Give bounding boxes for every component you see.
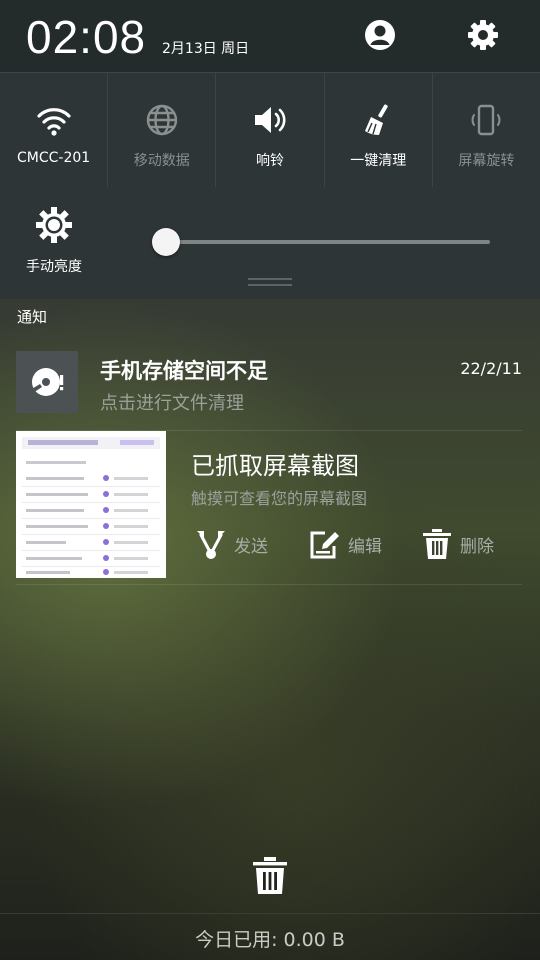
- brightness-slider-thumb[interactable]: [152, 228, 180, 256]
- broom-icon: [365, 104, 388, 135]
- send-label: 发送: [234, 536, 268, 557]
- clock: 02:08: [26, 11, 147, 63]
- data-usage-label: 今日已用: 0.00 B: [195, 929, 345, 951]
- brightness-label: 手动亮度: [26, 259, 82, 275]
- storage-notification-subtitle: 点击进行文件清理: [100, 393, 244, 414]
- delete-button[interactable]: 删除: [420, 526, 494, 562]
- disk-warning-icon: [30, 368, 64, 396]
- data-usage-footer: 今日已用: 0.00 B: [0, 913, 540, 960]
- tile-mobile-data[interactable]: 移动数据: [108, 73, 217, 187]
- edit-icon: [310, 531, 339, 559]
- globe-icon: [146, 104, 177, 136]
- storage-notification-title: 手机存储空间不足: [100, 359, 268, 383]
- tile-screen-rotate[interactable]: 屏幕旋转: [433, 73, 540, 187]
- notification-divider: [16, 584, 522, 585]
- user-icon[interactable]: [363, 18, 397, 52]
- tile-wifi[interactable]: CMCC-201: [0, 73, 109, 187]
- tile-label: 一键清理: [350, 153, 407, 169]
- screenshot-notification-subtitle: 触摸可查看您的屏幕截图: [191, 489, 368, 508]
- screenshot-preview-image: [16, 431, 166, 578]
- quick-settings-tiles: CMCC-201 移动数据 响铃 一键清理 屏幕旋转: [0, 72, 540, 187]
- notifications-header: 通知: [17, 308, 48, 326]
- edit-button[interactable]: 编辑: [308, 526, 382, 562]
- storage-app-icon: [16, 351, 78, 413]
- brightness-icon[interactable]: [34, 205, 74, 245]
- delete-label: 删除: [460, 536, 494, 557]
- tile-label: CMCC-201: [17, 150, 91, 166]
- tile-label: 移动数据: [133, 153, 190, 169]
- share-icon: [197, 531, 225, 559]
- drag-handle-line[interactable]: [248, 278, 292, 280]
- drag-handle-line[interactable]: [248, 284, 292, 286]
- brightness-slider-track[interactable]: [166, 240, 490, 244]
- clear-all-trash-icon[interactable]: [250, 856, 290, 896]
- trash-icon: [423, 529, 451, 559]
- speaker-icon: [255, 107, 286, 133]
- tile-ringer[interactable]: 响铃: [216, 73, 325, 187]
- screenshot-notification-title: 已抓取屏幕截图: [191, 452, 359, 480]
- tile-label: 响铃: [256, 153, 284, 169]
- send-button[interactable]: 发送: [194, 526, 268, 562]
- tile-one-key-clean[interactable]: 一键清理: [325, 73, 433, 187]
- date-label[interactable]: 2月13日 周日: [162, 38, 249, 58]
- rotate-phone-icon: [471, 104, 501, 136]
- status-bar: 02:08 2月13日 周日: [0, 0, 540, 72]
- screenshot-thumbnail[interactable]: [16, 431, 166, 578]
- settings-gear-icon[interactable]: [466, 18, 500, 52]
- storage-notification-date: 22/2/11: [460, 359, 522, 378]
- tile-label: 屏幕旋转: [458, 153, 515, 169]
- edit-label: 编辑: [348, 536, 382, 557]
- wifi-icon: [36, 108, 71, 136]
